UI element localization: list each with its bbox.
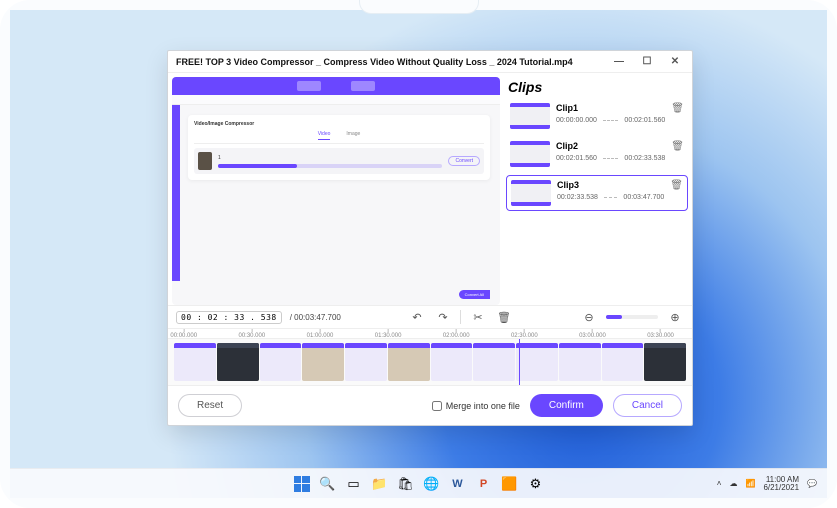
clip-thumbnail [511, 180, 551, 206]
zoom-slider[interactable] [606, 315, 658, 319]
titlebar[interactable]: FREE! TOP 3 Video Compressor _ Compress … [168, 51, 692, 73]
video-preview: Video/Image Compressor Video Image 1 [172, 77, 500, 305]
clip-name: Clip2 [556, 141, 665, 151]
timeline-frame [644, 343, 686, 381]
close-button[interactable]: ✕ [662, 53, 688, 71]
clip-start: 00:02:01.560 [556, 155, 597, 162]
timeline-frame [217, 343, 259, 381]
wifi-icon[interactable]: 📶 [745, 479, 755, 488]
notifications-icon[interactable]: 💬 [807, 479, 817, 488]
clip-end: 00:02:33.538 [624, 155, 665, 162]
undo-icon[interactable]: ↶ [408, 308, 426, 326]
timeline-frame [302, 343, 344, 381]
preview-convert-all: Convert All [459, 290, 490, 299]
maximize-button[interactable]: ☐ [634, 53, 660, 71]
timeline-frame [516, 343, 558, 381]
timeline-frame [473, 343, 515, 381]
window-title: FREE! TOP 3 Video Compressor _ Compress … [176, 57, 573, 67]
chevron-up-icon[interactable]: ˄ [717, 479, 722, 488]
steam-icon[interactable]: ⚙ [527, 475, 545, 493]
clip-end: 00:03:47.700 [623, 194, 664, 201]
preview-convert-button: Convert [448, 156, 480, 166]
explorer-icon[interactable]: 📁 [371, 475, 389, 493]
edge-icon[interactable]: 🌐 [423, 475, 441, 493]
taskbar-clock[interactable]: 11:00 AM 6/21/2021 [763, 476, 799, 492]
timeline-frame [260, 343, 302, 381]
timeline-frame [602, 343, 644, 381]
trash-icon[interactable]: 🗑 [671, 103, 684, 114]
taskbar[interactable]: 🔍 ▭ 📁 🛍 🌐 W P 🟧 ⚙ ˄ ☁ 📶 11:00 AM 6/21/20… [10, 468, 827, 498]
preview-app-topbar [172, 77, 500, 95]
clip-end: 00:02:01.560 [624, 117, 665, 124]
zoom-in-icon[interactable]: ⊕ [666, 308, 684, 326]
merge-checkbox[interactable]: Merge into one file [432, 401, 520, 411]
cancel-button[interactable]: Cancel [613, 394, 682, 417]
clip-start: 00:02:33.538 [557, 194, 598, 201]
timeline-frame [559, 343, 601, 381]
merge-checkbox-input[interactable] [432, 401, 442, 411]
delete-icon[interactable]: 🗑 [495, 308, 513, 326]
clip-item[interactable]: Clip2 00:02:01.560 00:02:33.538 🗑 [506, 137, 688, 171]
minimize-button[interactable]: — [606, 53, 632, 71]
timeline-frame [345, 343, 387, 381]
word-icon[interactable]: W [449, 475, 467, 493]
current-time-input[interactable]: 00 : 02 : 33 . 538 [176, 311, 282, 324]
preview-tab-image: Image [346, 131, 360, 140]
store-icon[interactable]: 🛍 [397, 475, 415, 493]
preview-tab-video: Video [318, 131, 331, 140]
confirm-button[interactable]: Confirm [530, 394, 603, 417]
timeline-controls: 00 : 02 : 33 . 538 / 00:03:47.700 ↶ ↷ ✂ … [168, 305, 692, 328]
laptop-notch [359, 0, 479, 14]
zoom-out-icon[interactable]: ⊖ [580, 308, 598, 326]
timeline-ruler[interactable]: 00:00.000 00:30.000 01:00.000 01:30.000 … [168, 328, 692, 338]
trash-icon[interactable]: 🗑 [670, 180, 683, 191]
timeline-frame [174, 343, 216, 381]
trash-icon[interactable]: 🗑 [671, 141, 684, 152]
clips-panel: Clips Clip1 00:00:00.000 00:02:01.560 🗑 [506, 77, 688, 305]
start-icon[interactable] [293, 475, 311, 493]
timeline-frame [431, 343, 473, 381]
search-icon[interactable]: 🔍 [319, 475, 337, 493]
playhead[interactable] [519, 338, 520, 386]
clip-item[interactable]: Clip3 00:02:33.538 00:03:47.700 🗑 [506, 175, 688, 211]
powerpoint-icon[interactable]: P [475, 475, 493, 493]
clip-name: Clip1 [556, 103, 665, 113]
clip-start: 00:00:00.000 [556, 117, 597, 124]
clip-name: Clip3 [557, 180, 664, 190]
clip-thumbnail [510, 141, 550, 167]
cloud-icon[interactable]: ☁ [729, 479, 737, 488]
timeline-filmstrip[interactable] [168, 338, 692, 386]
preview-panel-title: Video/Image Compressor [194, 121, 484, 127]
clip-thumbnail [510, 103, 550, 129]
clip-item[interactable]: Clip1 00:00:00.000 00:02:01.560 🗑 [506, 99, 688, 133]
cut-icon[interactable]: ✂ [469, 308, 487, 326]
reset-button[interactable]: Reset [178, 394, 242, 417]
taskview-icon[interactable]: ▭ [345, 475, 363, 493]
app-icon[interactable]: 🟧 [501, 475, 519, 493]
timeline-frame [388, 343, 430, 381]
clips-heading: Clips [508, 79, 688, 95]
total-duration: / 00:03:47.700 [290, 313, 341, 322]
app-window: FREE! TOP 3 Video Compressor _ Compress … [167, 50, 693, 426]
redo-icon[interactable]: ↷ [434, 308, 452, 326]
